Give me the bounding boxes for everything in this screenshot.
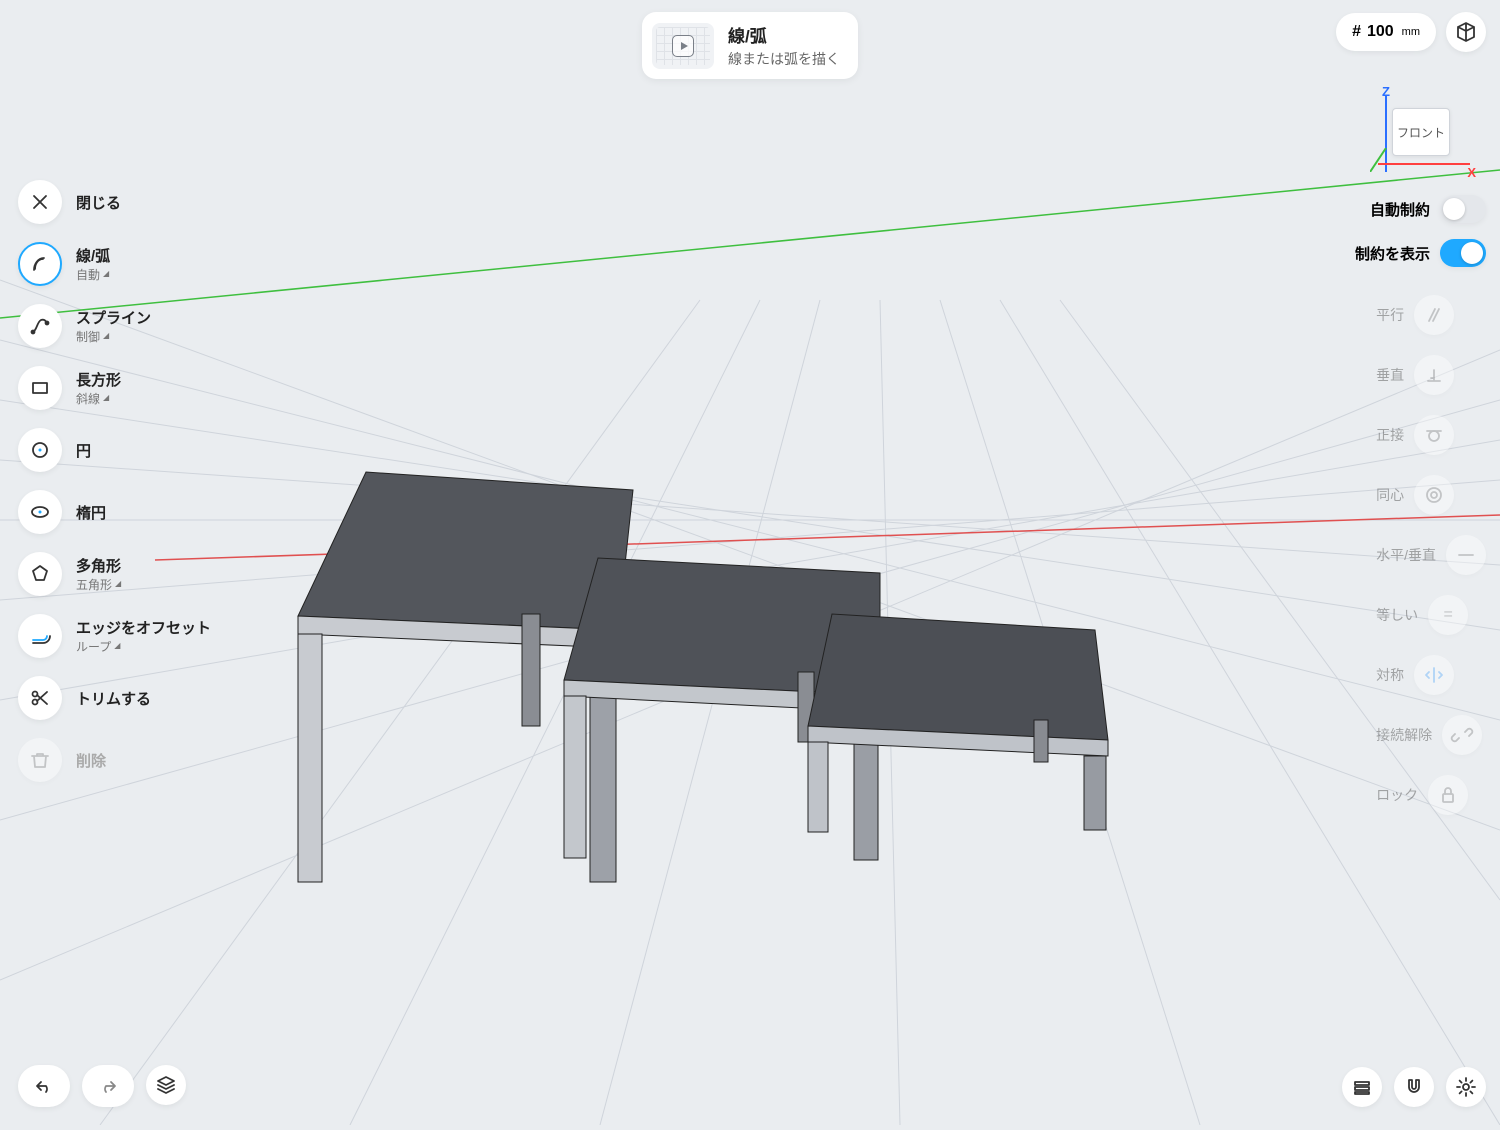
symmetric-icon	[1422, 663, 1446, 687]
tool-close[interactable]: 閉じる	[18, 180, 211, 224]
perpendicular-icon	[1422, 363, 1446, 387]
nav-cube[interactable]: Z フロント X	[1360, 90, 1470, 180]
view-cube-button[interactable]	[1446, 12, 1486, 52]
sketch-toolbar: 閉じる 線/弧自動◢ スプライン制御◢ 長方形斜線◢ 円 楕円 多角形五角形◢ …	[18, 180, 211, 782]
constraint-symmetric[interactable]: 対称	[1376, 655, 1486, 695]
hv-icon	[1454, 543, 1478, 567]
detach-icon	[1450, 723, 1474, 747]
tool-polygon[interactable]: 多角形五角形◢	[18, 552, 211, 596]
concentric-icon	[1422, 483, 1446, 507]
tool-delete: 削除	[18, 738, 211, 782]
gear-icon	[1454, 1075, 1478, 1099]
hint-title: 線/弧	[728, 22, 840, 47]
hint-subtitle: 線または弧を描く	[728, 49, 840, 69]
scene-tables	[298, 472, 1108, 882]
layers-icon	[154, 1073, 178, 1097]
auto-constraint-switch[interactable]	[1440, 195, 1486, 223]
constraints-panel: 自動制約 制約を表示 平行 垂直 正接 同心 水平/垂直 等しい= 対称 接続解…	[1355, 195, 1486, 815]
stack-icon	[1350, 1075, 1374, 1099]
layers-button[interactable]	[146, 1065, 186, 1105]
tool-circle[interactable]: 円	[18, 428, 211, 472]
toggle-auto-constraint[interactable]: 自動制約	[1370, 195, 1486, 223]
undo-button[interactable]	[18, 1065, 70, 1107]
constraint-equal[interactable]: 等しい=	[1376, 595, 1486, 635]
hint-video-thumb[interactable]	[652, 23, 714, 69]
tool-rectangle[interactable]: 長方形斜線◢	[18, 366, 211, 410]
trim-icon	[28, 686, 52, 710]
undo-icon	[32, 1074, 56, 1098]
offset-icon	[28, 624, 52, 648]
tool-offset-edge[interactable]: エッジをオフセットループ◢	[18, 614, 211, 658]
circle-icon	[28, 438, 52, 462]
history-button[interactable]	[1342, 1067, 1382, 1107]
constraint-list: 平行 垂直 正接 同心 水平/垂直 等しい= 対称 接続解除 ロック	[1376, 295, 1486, 815]
constraint-concentric[interactable]: 同心	[1376, 475, 1486, 515]
magnet-icon	[1402, 1075, 1426, 1099]
show-constraint-switch[interactable]	[1440, 239, 1486, 267]
constraint-tangent[interactable]: 正接	[1376, 415, 1486, 455]
viewport-3d[interactable]	[0, 0, 1500, 1125]
redo-button	[82, 1065, 134, 1107]
tool-line-arc[interactable]: 線/弧自動◢	[18, 242, 211, 286]
delete-icon	[28, 748, 52, 772]
ellipse-icon	[28, 500, 52, 524]
line-arc-icon	[28, 252, 52, 276]
settings-button[interactable]	[1446, 1067, 1486, 1107]
lock-icon	[1436, 783, 1460, 807]
polygon-icon	[28, 562, 52, 586]
close-icon	[28, 190, 52, 214]
dimension-value: 100	[1367, 23, 1394, 41]
redo-icon	[96, 1074, 120, 1098]
hash-icon: #	[1352, 23, 1361, 41]
tool-hint-card[interactable]: 線/弧 線または弧を描く	[642, 12, 858, 79]
toggle-show-constraint[interactable]: 制約を表示	[1355, 239, 1486, 267]
dimension-input[interactable]: # 100 mm	[1336, 13, 1436, 51]
spline-icon	[28, 314, 52, 338]
tangent-icon	[1422, 423, 1446, 447]
cube-icon	[1454, 20, 1478, 44]
constraint-lock[interactable]: ロック	[1376, 775, 1486, 815]
constraint-hv[interactable]: 水平/垂直	[1376, 535, 1486, 575]
rectangle-icon	[28, 376, 52, 400]
tool-trim[interactable]: トリムする	[18, 676, 211, 720]
constraint-perpendicular[interactable]: 垂直	[1376, 355, 1486, 395]
snap-button[interactable]	[1394, 1067, 1434, 1107]
play-icon	[672, 35, 694, 57]
tool-ellipse[interactable]: 楕円	[18, 490, 211, 534]
parallel-icon	[1422, 303, 1446, 327]
dimension-unit: mm	[1402, 26, 1420, 38]
tool-spline[interactable]: スプライン制御◢	[18, 304, 211, 348]
constraint-parallel[interactable]: 平行	[1376, 295, 1486, 335]
axis-x-label: X	[1467, 165, 1476, 180]
constraint-detach[interactable]: 接続解除	[1376, 715, 1486, 755]
equal-icon: =	[1428, 595, 1468, 635]
navcube-front[interactable]: フロント	[1392, 108, 1450, 156]
